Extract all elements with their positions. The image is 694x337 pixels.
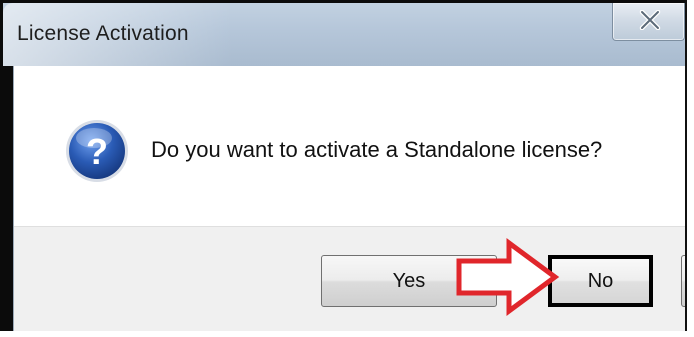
screenshot-margin-bottom — [0, 331, 694, 337]
svg-text:?: ? — [86, 131, 108, 172]
window-title: License Activation — [17, 22, 189, 45]
dialog-window: License Activation ? Do you want to acti… — [0, 0, 694, 337]
red-arrow-icon — [456, 238, 560, 316]
screenshot-margin-right — [687, 0, 694, 337]
dialog-message: Do you want to activate a Standalone lic… — [151, 137, 603, 162]
close-icon — [639, 10, 661, 30]
close-button[interactable] — [612, 3, 685, 41]
question-icon: ? — [66, 120, 128, 182]
